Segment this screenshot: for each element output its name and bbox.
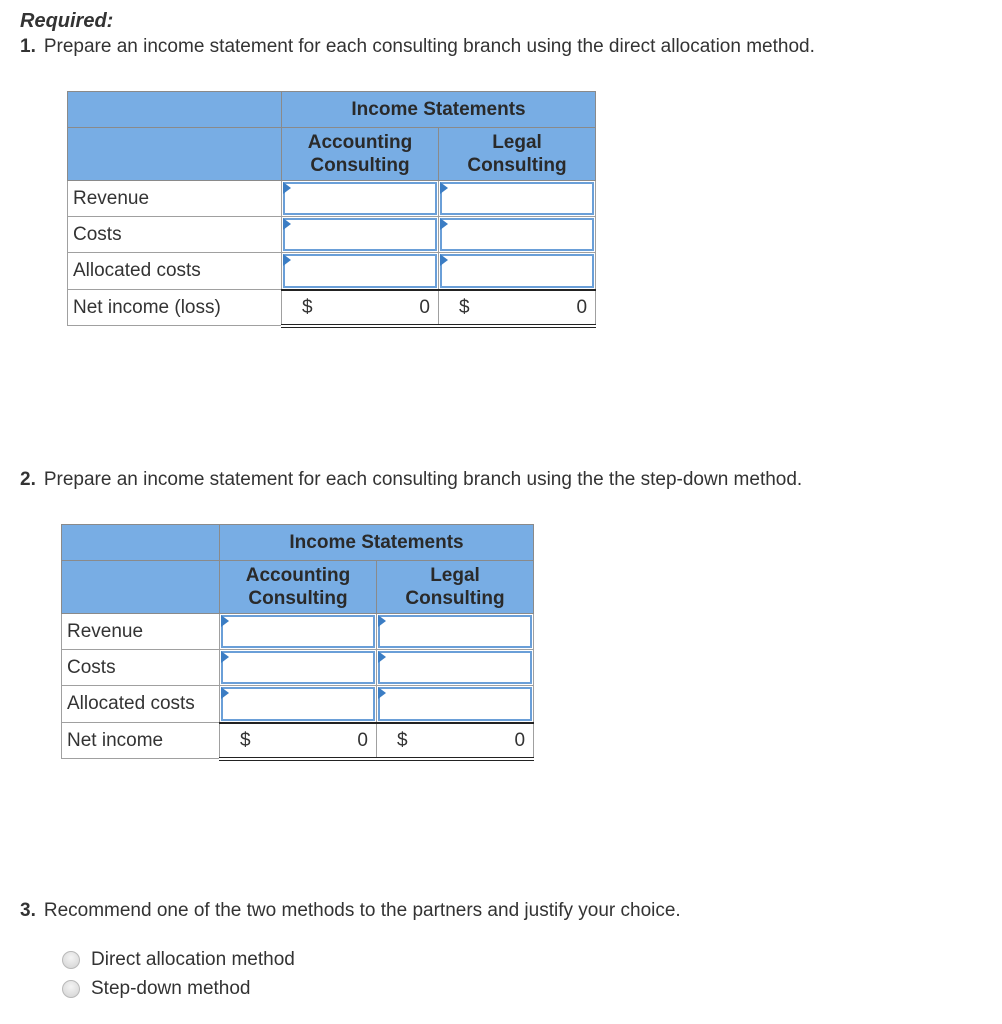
header-blank <box>67 91 282 128</box>
table-title: Income Statements <box>280 91 597 128</box>
net-income-legal-value: 0 <box>576 296 588 318</box>
input-marker-icon <box>283 218 291 230</box>
net-income-accounting-value: 0 <box>419 296 430 318</box>
required-heading: Required: <box>20 10 114 32</box>
row-label-net-income: Net income <box>61 722 220 759</box>
input-marker-icon <box>221 615 229 627</box>
revenue-legal-cell <box>437 180 597 217</box>
header-blank <box>67 127 282 181</box>
input-marker-icon <box>378 687 386 699</box>
column-header-accounting: Accounting Consulting <box>281 127 439 181</box>
net-income-legal: $0 <box>375 721 535 761</box>
input-marker-icon <box>440 218 448 230</box>
revenue-legal-input[interactable] <box>378 615 533 648</box>
currency-symbol: $ <box>302 296 313 318</box>
allocated-costs-legal-input[interactable] <box>440 254 595 288</box>
allocated-legal-cell <box>375 685 535 723</box>
revenue-accounting-input[interactable] <box>283 182 437 215</box>
header-blank <box>61 560 220 614</box>
header-blank <box>61 524 220 561</box>
costs-accounting-cell <box>219 649 377 686</box>
question-2: 2. Prepare an income statement for each c… <box>20 469 802 491</box>
input-marker-icon <box>283 254 291 266</box>
income-statement-table-step-down: Income Statements Accounting Consulting L… <box>61 524 535 761</box>
input-marker-icon <box>283 182 291 194</box>
column-header-legal: Legal Consulting <box>437 127 597 181</box>
revenue-legal-input[interactable] <box>440 182 595 215</box>
input-marker-icon <box>221 687 229 699</box>
row-label-allocated-costs: Allocated costs <box>61 685 220 723</box>
column-header-legal: Legal Consulting <box>375 560 535 614</box>
revenue-legal-cell <box>375 613 535 650</box>
revenue-accounting-cell <box>281 180 439 217</box>
input-marker-icon <box>221 651 229 663</box>
row-label-costs: Costs <box>61 649 220 686</box>
question-number: 1. <box>20 36 36 57</box>
option-direct-allocation[interactable]: Direct allocation method <box>62 949 295 971</box>
row-label-allocated-costs: Allocated costs <box>67 252 282 290</box>
income-statement-table-direct: Income Statements Accounting Consulting L… <box>67 91 597 328</box>
costs-legal-cell <box>437 216 597 253</box>
question-text: Prepare an income statement for each con… <box>43 469 803 490</box>
net-income-legal: $0 <box>437 288 597 328</box>
row-label-net-income: Net income (loss) <box>67 289 282 326</box>
column-header-accounting: Accounting Consulting <box>219 560 377 614</box>
revenue-accounting-cell <box>219 613 377 650</box>
allocated-costs-accounting-input[interactable] <box>221 687 375 721</box>
row-label-revenue: Revenue <box>61 613 220 650</box>
option-label: Direct allocation method <box>91 949 295 970</box>
option-label: Step-down method <box>91 978 251 999</box>
option-step-down[interactable]: Step-down method <box>62 978 251 1000</box>
revenue-accounting-input[interactable] <box>221 615 375 648</box>
costs-accounting-cell <box>281 216 439 253</box>
costs-legal-cell <box>375 649 535 686</box>
row-label-revenue: Revenue <box>67 180 282 217</box>
net-income-legal-value: 0 <box>514 729 526 751</box>
question-text: Recommend one of the two methods to the … <box>43 900 681 921</box>
net-income-accounting: $0 <box>219 721 377 761</box>
net-income-accounting-value: 0 <box>357 729 368 751</box>
input-marker-icon <box>378 651 386 663</box>
net-income-accounting: $0 <box>281 288 439 328</box>
allocated-accounting-cell <box>219 685 377 723</box>
currency-symbol: $ <box>459 296 470 318</box>
allocated-legal-cell <box>437 252 597 290</box>
costs-legal-input[interactable] <box>378 651 533 684</box>
table-title: Income Statements <box>218 524 535 561</box>
currency-symbol: $ <box>240 729 251 751</box>
allocated-accounting-cell <box>281 252 439 290</box>
question-number: 3. <box>20 900 36 921</box>
radio-button-icon[interactable] <box>62 980 80 998</box>
question-text: Prepare an income statement for each con… <box>43 36 815 57</box>
row-label-costs: Costs <box>67 216 282 253</box>
allocated-costs-legal-input[interactable] <box>378 687 533 721</box>
question-3: 3. Recommend one of the two methods to th… <box>20 900 681 922</box>
allocated-costs-accounting-input[interactable] <box>283 254 437 288</box>
input-marker-icon <box>440 254 448 266</box>
costs-accounting-input[interactable] <box>283 218 437 251</box>
currency-symbol: $ <box>397 729 408 751</box>
costs-accounting-input[interactable] <box>221 651 375 684</box>
costs-legal-input[interactable] <box>440 218 595 251</box>
input-marker-icon <box>440 182 448 194</box>
radio-button-icon[interactable] <box>62 951 80 969</box>
input-marker-icon <box>378 615 386 627</box>
question-1: 1. Prepare an income statement for each c… <box>20 36 815 58</box>
question-number: 2. <box>20 469 36 490</box>
